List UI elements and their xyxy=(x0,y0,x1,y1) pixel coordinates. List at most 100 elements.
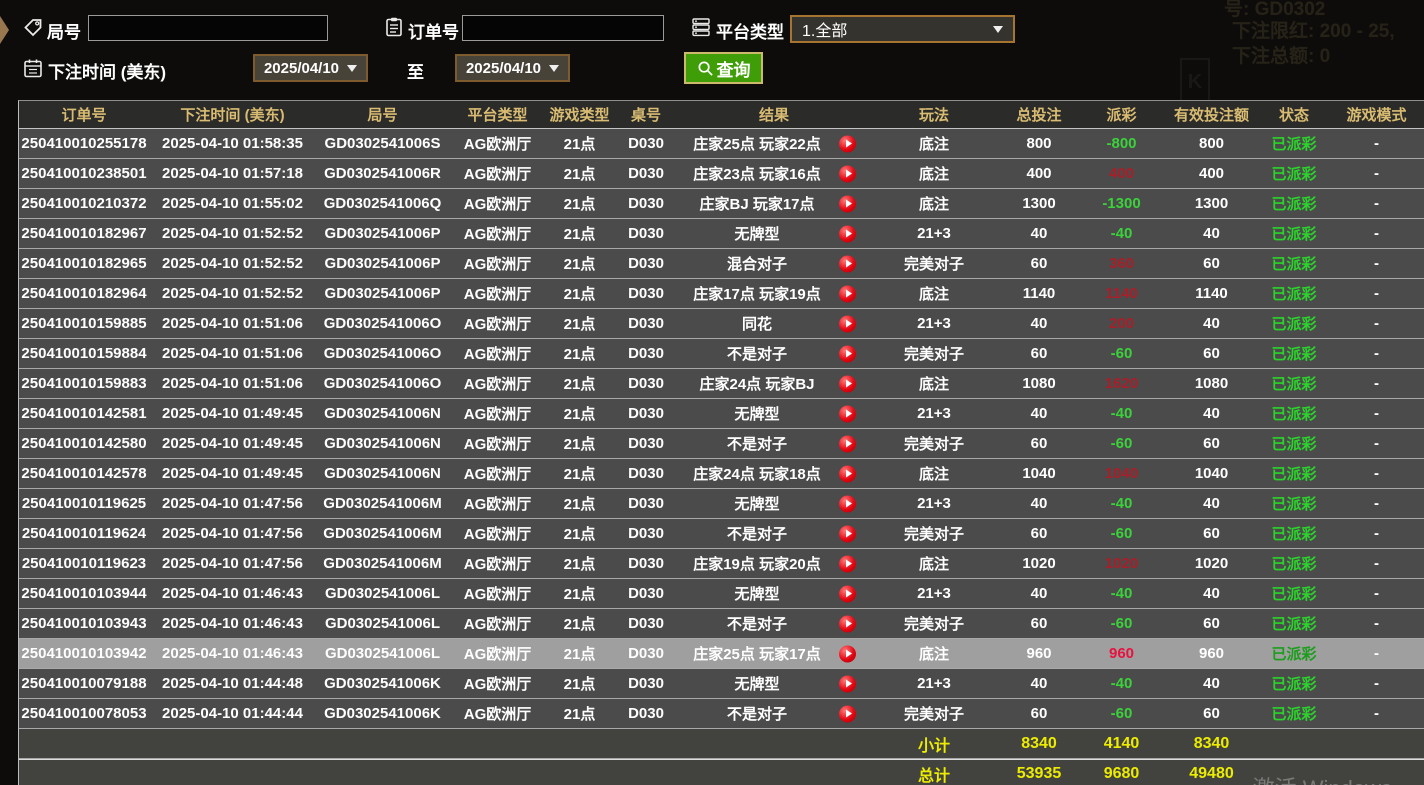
bet-time-cell: 2025-04-10 01:49:45 xyxy=(149,465,316,482)
status-cell: 已派彩 xyxy=(1259,493,1329,514)
play-replay-icon[interactable] xyxy=(839,615,856,632)
table-row[interactable]: 2504100102551782025-04-10 01:58:35GD0302… xyxy=(19,129,1424,159)
bet-time-cell: 2025-04-10 01:58:35 xyxy=(149,135,316,152)
table-row[interactable]: 2504100101196232025-04-10 01:47:56GD0302… xyxy=(19,549,1424,579)
total-bet-cell: 1020 xyxy=(999,555,1079,572)
total-bet-cell: 60 xyxy=(999,345,1079,362)
play-replay-icon[interactable] xyxy=(839,645,856,662)
table-row[interactable]: 2504100102103722025-04-10 01:55:02GD0302… xyxy=(19,189,1424,219)
game-mode-cell: - xyxy=(1329,375,1424,392)
status-cell: 已派彩 xyxy=(1259,373,1329,394)
payout-cell: 1020 xyxy=(1079,555,1164,572)
order-input[interactable] xyxy=(462,15,664,41)
game-mode-cell: - xyxy=(1329,165,1424,182)
table-row[interactable]: 2504100101829642025-04-10 01:52:52GD0302… xyxy=(19,279,1424,309)
play-replay-icon[interactable] xyxy=(839,345,856,362)
game-mode-cell: - xyxy=(1329,705,1424,722)
result-cell: 混合对子 xyxy=(679,253,869,274)
platform-type-cell: AG欧洲厅 xyxy=(449,163,546,184)
play-replay-icon[interactable] xyxy=(839,495,856,512)
play-replay-icon[interactable] xyxy=(839,555,856,572)
play-type-cell: 底注 xyxy=(869,553,999,574)
result-cell: 无牌型 xyxy=(679,223,869,244)
result-text: 不是对子 xyxy=(727,526,787,543)
total-bet-cell: 40 xyxy=(999,225,1079,242)
game-type-cell: 21点 xyxy=(546,343,613,364)
table-row[interactable]: 2504100101598832025-04-10 01:51:06GD0302… xyxy=(19,369,1424,399)
table-row[interactable]: 2504100101598852025-04-10 01:51:06GD0302… xyxy=(19,309,1424,339)
play-replay-icon[interactable] xyxy=(839,585,856,602)
play-replay-icon[interactable] xyxy=(839,405,856,422)
search-button-label: 查询 xyxy=(717,56,751,81)
round-label: 局号 xyxy=(47,18,81,43)
table-row[interactable]: 2504100101425802025-04-10 01:49:45GD0302… xyxy=(19,429,1424,459)
bet-time-label: 下注时间 (美东) xyxy=(48,58,166,83)
valid-bet-cell: 1020 xyxy=(1164,555,1259,572)
payout-cell: -40 xyxy=(1079,495,1164,512)
game-mode-cell: - xyxy=(1329,435,1424,452)
table-row[interactable]: 2504100101196252025-04-10 01:47:56GD0302… xyxy=(19,489,1424,519)
play-replay-icon[interactable] xyxy=(839,435,856,452)
total-bet-cell: 40 xyxy=(999,315,1079,332)
date-from-picker[interactable]: 2025/04/10 xyxy=(253,54,368,82)
play-replay-icon[interactable] xyxy=(839,525,856,542)
game-type-cell: 21点 xyxy=(546,463,613,484)
table-number-cell: D030 xyxy=(613,675,679,692)
play-replay-icon[interactable] xyxy=(839,705,856,722)
order-number-cell: 250410010159883 xyxy=(19,375,149,392)
play-replay-icon[interactable] xyxy=(839,375,856,392)
table-row[interactable]: 2504100100780532025-04-10 01:44:44GD0302… xyxy=(19,699,1424,729)
grand-total-row: 总计53935968049480 xyxy=(19,759,1424,785)
payout-cell: 960 xyxy=(1079,645,1164,662)
search-button[interactable]: 查询 xyxy=(684,52,763,84)
table-row[interactable]: 2504100102385012025-04-10 01:57:18GD0302… xyxy=(19,159,1424,189)
table-row[interactable]: 2504100101196242025-04-10 01:47:56GD0302… xyxy=(19,519,1424,549)
platform-select[interactable]: 1.全部 xyxy=(790,15,1015,43)
table-row[interactable]: 2504100101425812025-04-10 01:49:45GD0302… xyxy=(19,399,1424,429)
payout-cell: -60 xyxy=(1079,705,1164,722)
result-cell: 无牌型 xyxy=(679,493,869,514)
status-cell: 已派彩 xyxy=(1259,463,1329,484)
game-type-cell: 21点 xyxy=(546,133,613,154)
platform-type-cell: AG欧洲厅 xyxy=(449,673,546,694)
total-bet-cell: 1040 xyxy=(999,465,1079,482)
table-row[interactable]: 2504100101039442025-04-10 01:46:43GD0302… xyxy=(19,579,1424,609)
platform-type-cell: AG欧洲厅 xyxy=(449,403,546,424)
play-replay-icon[interactable] xyxy=(839,285,856,302)
valid-bet-cell: 60 xyxy=(1164,255,1259,272)
play-replay-icon[interactable] xyxy=(839,315,856,332)
result-cell: 不是对子 xyxy=(679,433,869,454)
round-number-cell: GD0302541006M xyxy=(316,555,449,572)
table-number-cell: D030 xyxy=(613,375,679,392)
table-row[interactable]: 2504100100791882025-04-10 01:44:48GD0302… xyxy=(19,669,1424,699)
date-to-value: 2025/04/10 xyxy=(466,60,541,77)
play-replay-icon[interactable] xyxy=(839,165,856,182)
table-row[interactable]: 2504100101039432025-04-10 01:46:43GD0302… xyxy=(19,609,1424,639)
table-number-cell: D030 xyxy=(613,285,679,302)
play-replay-icon[interactable] xyxy=(839,465,856,482)
valid-bet-cell: 400 xyxy=(1164,165,1259,182)
table-body: 2504100102551782025-04-10 01:58:35GD0302… xyxy=(19,129,1424,729)
round-input[interactable] xyxy=(88,15,328,41)
result-text: 不是对子 xyxy=(727,346,787,363)
order-number-cell: 250410010103944 xyxy=(19,585,149,602)
table-row[interactable]: 2504100101039422025-04-10 01:46:43GD0302… xyxy=(19,639,1424,669)
play-replay-icon[interactable] xyxy=(839,255,856,272)
play-replay-icon[interactable] xyxy=(839,225,856,242)
valid-bet-cell: 40 xyxy=(1164,675,1259,692)
payout-cell: 400 xyxy=(1079,165,1164,182)
table-row[interactable]: 2504100101829672025-04-10 01:52:52GD0302… xyxy=(19,219,1424,249)
table-row[interactable]: 2504100101598842025-04-10 01:51:06GD0302… xyxy=(19,339,1424,369)
table-row[interactable]: 2504100101425782025-04-10 01:49:45GD0302… xyxy=(19,459,1424,489)
valid-bet-cell: 60 xyxy=(1164,345,1259,362)
bet-time-cell: 2025-04-10 01:52:52 xyxy=(149,285,316,302)
date-to-picker[interactable]: 2025/04/10 xyxy=(455,54,570,82)
play-replay-icon[interactable] xyxy=(839,675,856,692)
play-replay-icon[interactable] xyxy=(839,135,856,152)
table-row[interactable]: 2504100101829652025-04-10 01:52:52GD0302… xyxy=(19,249,1424,279)
column-header-4: 游戏类型 xyxy=(546,104,613,125)
game-type-cell: 21点 xyxy=(546,703,613,724)
play-replay-icon[interactable] xyxy=(839,195,856,212)
order-number-cell: 250410010103942 xyxy=(19,645,149,662)
valid-bet-cell: 40 xyxy=(1164,585,1259,602)
